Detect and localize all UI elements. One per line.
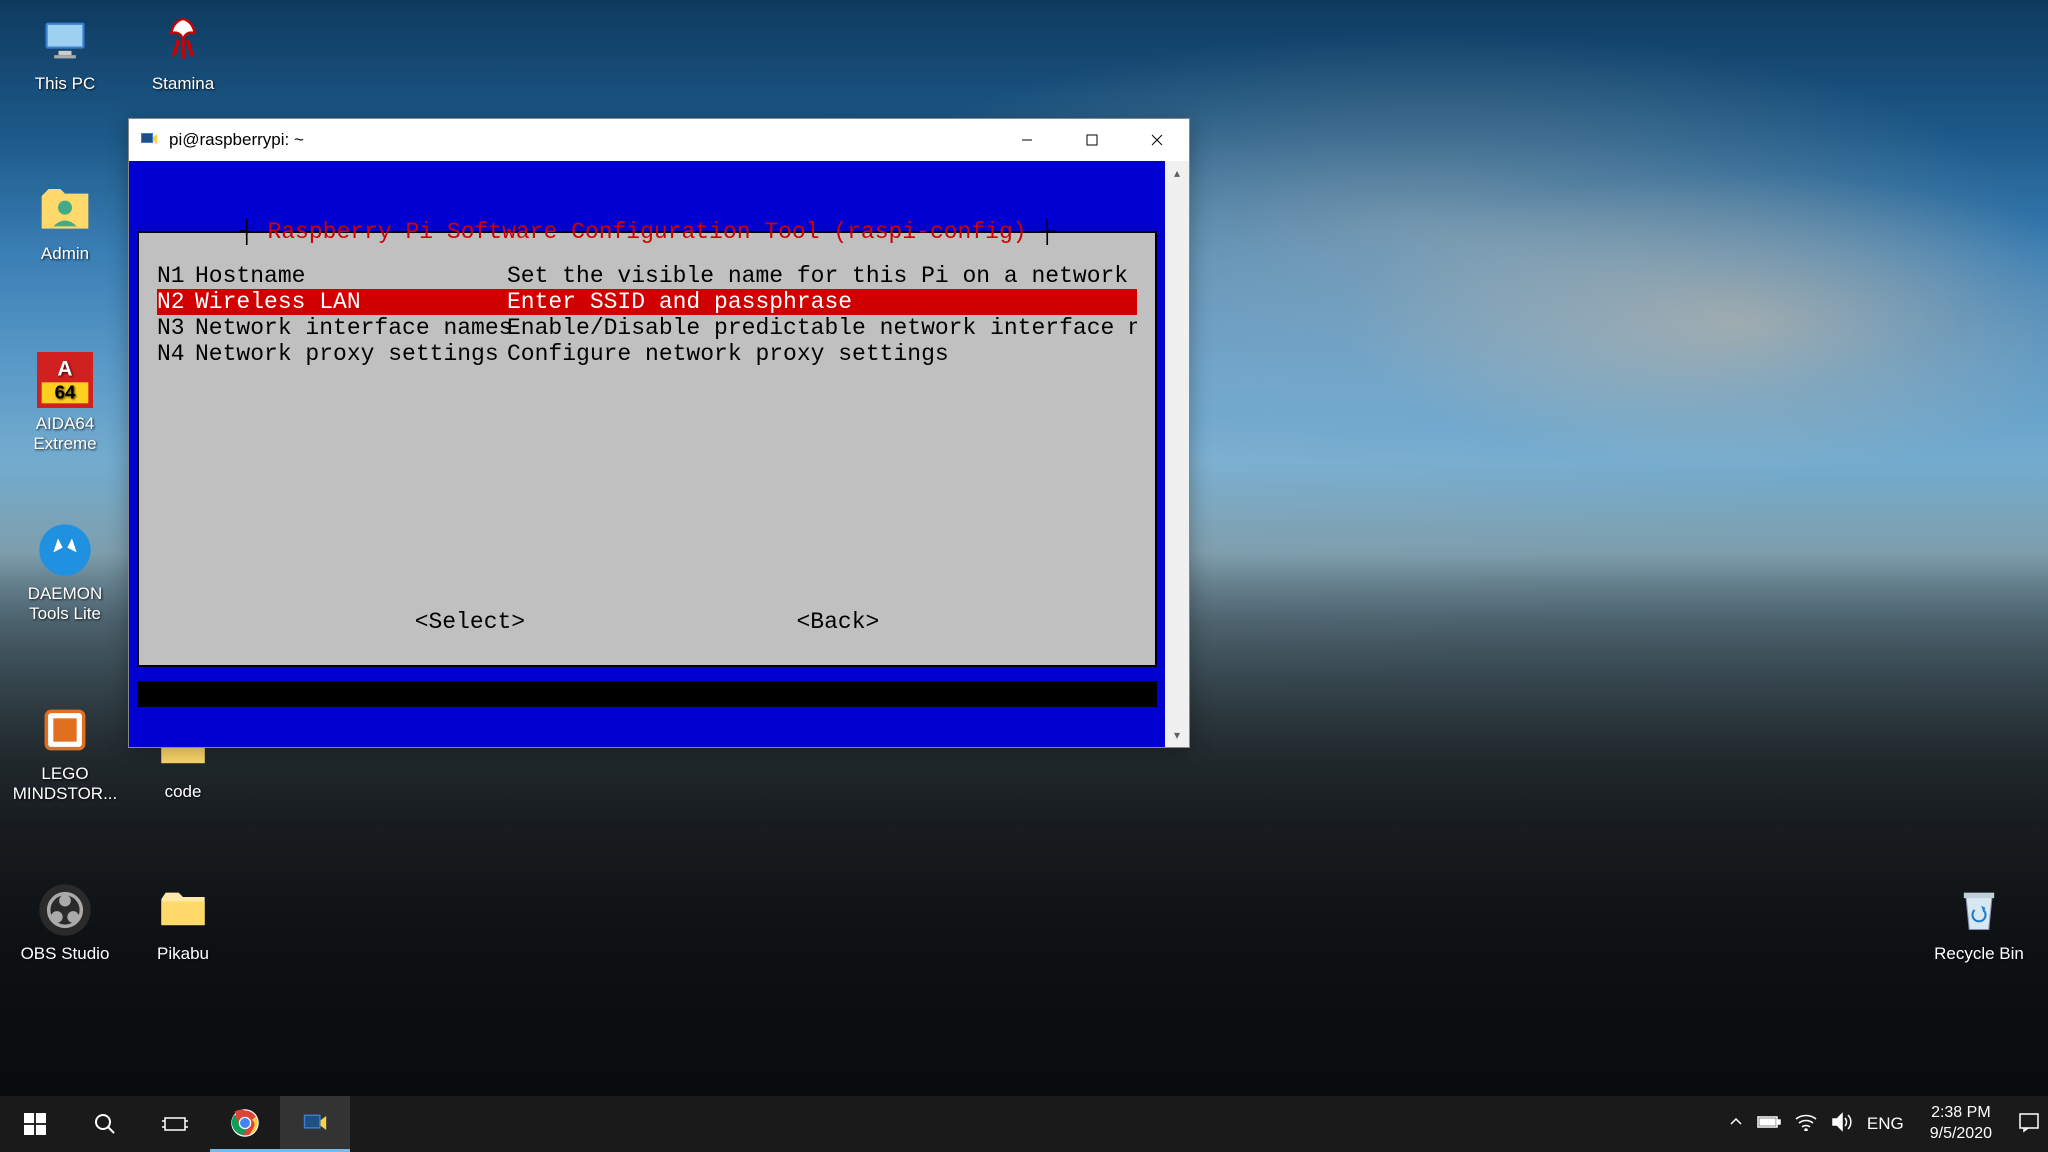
svg-text:A: A	[57, 357, 72, 380]
minimize-button[interactable]	[994, 119, 1059, 161]
terminal-cursor-line	[137, 681, 1157, 707]
desktop-icon-pikabu[interactable]: Pikabu	[128, 878, 238, 964]
menu-item-n2[interactable]: N2Wireless LANEnter SSID and passphrase	[157, 289, 1137, 315]
aida64-icon: A64	[33, 348, 97, 412]
desktop-icon-daemon[interactable]: DAEMON Tools Lite	[10, 518, 120, 625]
icon-label: code	[128, 782, 238, 802]
taskbar-putty[interactable]	[280, 1096, 350, 1152]
menu-desc: Enter SSID and passphrase	[507, 289, 1137, 315]
task-view-button[interactable]	[140, 1096, 210, 1152]
search-button[interactable]	[70, 1096, 140, 1152]
recycle-bin-icon	[1947, 878, 2011, 942]
clock[interactable]: 2:38 PM 9/5/2020	[1918, 1103, 2004, 1145]
menu-code: N3	[157, 315, 195, 341]
maximize-button[interactable]	[1059, 119, 1124, 161]
menu-label: Wireless LAN	[195, 289, 507, 315]
desktop-icon-aida64[interactable]: A64 AIDA64 Extreme	[10, 348, 120, 455]
desktop-icon-this-pc[interactable]: This PC	[10, 8, 120, 94]
time-text: 2:38 PM	[1930, 1103, 1992, 1124]
menu-label: Network proxy settings	[195, 341, 507, 367]
stamina-icon	[151, 8, 215, 72]
menu-desc: Enable/Disable predictable network inter…	[507, 315, 1137, 341]
select-button[interactable]: <Select>	[415, 609, 525, 635]
menu-item-n1[interactable]: N1HostnameSet the visible name for this …	[157, 263, 1137, 289]
icon-label: Recycle Bin	[1924, 944, 2034, 964]
computer-icon	[33, 8, 97, 72]
menu-code: N4	[157, 341, 195, 367]
desktop-icon-stamina[interactable]: Stamina	[128, 8, 238, 94]
menu-label: Network interface names	[195, 315, 507, 341]
wifi-icon[interactable]	[1795, 1113, 1817, 1136]
icon-label: Pikabu	[128, 944, 238, 964]
menu-item-n4[interactable]: N4Network proxy settingsConfigure networ…	[157, 341, 1137, 367]
language-indicator[interactable]: ENG	[1867, 1114, 1904, 1134]
icon-label: This PC	[10, 74, 120, 94]
menu-item-n3[interactable]: N3Network interface namesEnable/Disable …	[157, 315, 1137, 341]
window-titlebar[interactable]: pi@raspberrypi: ~	[129, 119, 1189, 161]
desktop-icon-obs[interactable]: OBS Studio	[10, 878, 120, 964]
close-button[interactable]	[1124, 119, 1189, 161]
desktop-icon-admin[interactable]: Admin	[10, 178, 120, 264]
tray-overflow-icon[interactable]	[1729, 1114, 1743, 1134]
folder-icon	[151, 878, 215, 942]
menu-code: N2	[157, 289, 195, 315]
daemon-icon	[33, 518, 97, 582]
taskbar-chrome[interactable]	[210, 1096, 280, 1152]
menu-label: Hostname	[195, 263, 507, 289]
lego-icon	[33, 698, 97, 762]
putty-window: pi@raspberrypi: ~ ┤ Raspberry Pi Softwar…	[128, 118, 1190, 748]
terminal-content[interactable]: ┤ Raspberry Pi Software Configuration To…	[129, 161, 1165, 747]
icon-label: DAEMON Tools Lite	[10, 584, 120, 625]
svg-text:64: 64	[55, 382, 76, 403]
battery-icon[interactable]	[1757, 1114, 1781, 1135]
scroll-down-icon[interactable]: ▾	[1165, 723, 1189, 747]
scrollbar[interactable]: ▴ ▾	[1165, 161, 1189, 747]
icon-label: LEGO MINDSTOR...	[10, 764, 120, 805]
menu-desc: Set the visible name for this Pi on a ne…	[507, 263, 1137, 289]
taskbar: ENG 2:38 PM 9/5/2020	[0, 1096, 2048, 1152]
desktop-icon-lego[interactable]: LEGO MINDSTOR...	[10, 698, 120, 805]
menu-desc: Configure network proxy settings	[507, 341, 1137, 367]
desktop-icon-recycle-bin[interactable]: Recycle Bin	[1924, 878, 2034, 964]
back-button[interactable]: <Back>	[796, 609, 879, 635]
icon-label: AIDA64 Extreme	[10, 414, 120, 455]
icon-label: OBS Studio	[10, 944, 120, 964]
volume-icon[interactable]	[1831, 1112, 1853, 1137]
putty-icon	[139, 129, 161, 151]
menu-code: N1	[157, 263, 195, 289]
raspi-config-dialog: ┤ Raspberry Pi Software Configuration To…	[137, 231, 1157, 667]
scroll-up-icon[interactable]: ▴	[1165, 161, 1189, 185]
window-title: pi@raspberrypi: ~	[169, 130, 994, 150]
dialog-title: ┤ Raspberry Pi Software Configuration To…	[139, 219, 1155, 245]
date-text: 9/5/2020	[1930, 1124, 1992, 1145]
start-button[interactable]	[0, 1096, 70, 1152]
icon-label: Admin	[10, 244, 120, 264]
notifications-icon[interactable]	[2018, 1111, 2040, 1138]
icon-label: Stamina	[128, 74, 238, 94]
obs-icon	[33, 878, 97, 942]
folder-user-icon	[33, 178, 97, 242]
